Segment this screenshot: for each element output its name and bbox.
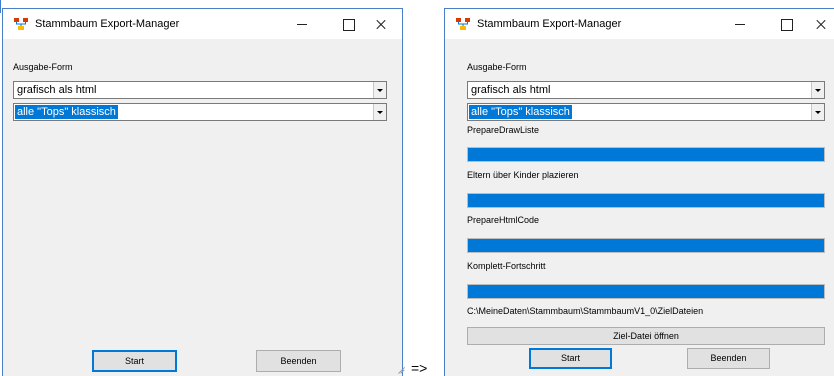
start-button[interactable]: Start <box>92 350 177 372</box>
export-manager-window-after: Stammbaum Export-Manager Ausgabe-Form gr… <box>444 8 834 376</box>
quit-button[interactable]: Beenden <box>256 350 341 372</box>
progress-fill <box>468 194 824 207</box>
progress-fill <box>468 285 824 298</box>
tops-mode-dropdown-button[interactable] <box>373 104 386 120</box>
family-tree-app-icon <box>14 18 28 30</box>
tops-mode-combo[interactable]: alle "Tops" klassisch <box>13 103 387 121</box>
start-button[interactable]: Start <box>529 348 612 369</box>
chevron-down-icon <box>815 111 821 114</box>
resize-grip-icon[interactable] <box>395 362 405 372</box>
open-target-file-button[interactable]: Ziel-Datei öffnen <box>467 327 825 345</box>
output-form-label: Ausgabe-Form <box>467 62 527 72</box>
export-manager-window-before: Stammbaum Export-Manager Ausgabe-Form gr… <box>2 8 403 376</box>
window-title: Stammbaum Export-Manager <box>35 18 180 30</box>
output-format-combo[interactable]: grafisch als html <box>13 81 387 99</box>
progress-label-prepare-html-code: PrepareHtmlCode <box>467 215 540 225</box>
close-icon[interactable] <box>798 9 834 39</box>
chevron-down-icon <box>815 89 821 92</box>
quit-button[interactable]: Beenden <box>687 348 770 369</box>
tops-mode-dropdown-button[interactable] <box>811 104 824 120</box>
progress-label-place-parents: Eltern über Kinder plazieren <box>467 170 579 180</box>
tops-mode-value: alle "Tops" klassisch <box>469 105 572 119</box>
title-bar[interactable]: Stammbaum Export-Manager <box>445 9 834 39</box>
output-form-label: Ausgabe-Form <box>13 62 73 72</box>
transition-arrow: => <box>411 360 428 376</box>
window-edge-mark <box>0 0 1 13</box>
output-format-value: grafisch als html <box>17 84 97 96</box>
tops-mode-combo[interactable]: alle "Tops" klassisch <box>467 103 825 121</box>
chevron-down-icon <box>377 89 383 92</box>
progress-fill <box>468 239 824 252</box>
minimize-icon[interactable] <box>717 9 763 39</box>
family-tree-app-icon <box>456 18 470 30</box>
progress-bar-prepare-draw-list <box>467 147 825 162</box>
target-path-text: C:\MeineDaten\Stammbaum\StammbaumV1_0\Zi… <box>467 306 704 316</box>
output-format-value: grafisch als html <box>471 84 551 96</box>
output-format-combo[interactable]: grafisch als html <box>467 81 825 99</box>
window-title: Stammbaum Export-Manager <box>477 18 622 30</box>
progress-label-prepare-draw-list: PrepareDrawListe <box>467 125 540 135</box>
progress-fill <box>468 148 824 161</box>
chevron-down-icon <box>377 111 383 114</box>
close-icon[interactable] <box>358 9 404 39</box>
progress-label-overall: Komplett-Fortschritt <box>467 261 546 271</box>
progress-bar-overall <box>467 284 825 299</box>
output-format-dropdown-button[interactable] <box>811 82 824 98</box>
title-bar[interactable]: Stammbaum Export-Manager <box>3 9 402 39</box>
tops-mode-value: alle "Tops" klassisch <box>15 105 118 119</box>
output-format-dropdown-button[interactable] <box>373 82 386 98</box>
progress-bar-prepare-html-code <box>467 238 825 253</box>
minimize-icon[interactable] <box>279 9 325 39</box>
progress-bar-place-parents <box>467 193 825 208</box>
